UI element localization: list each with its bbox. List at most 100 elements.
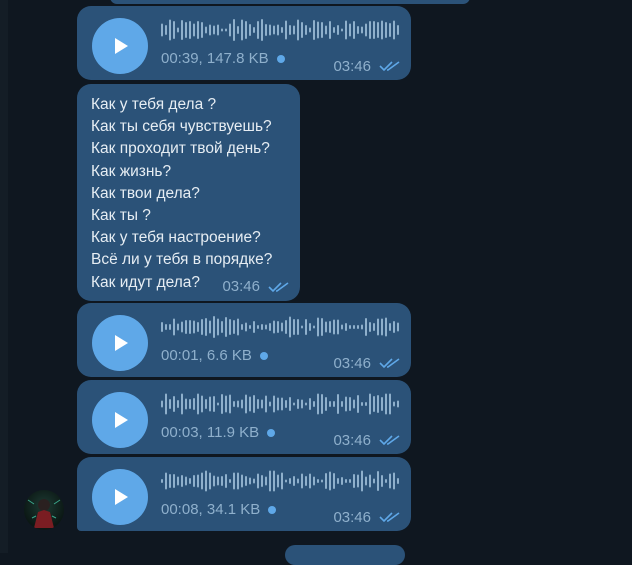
waveform-bar (245, 21, 247, 39)
waveform-bar (221, 394, 223, 414)
waveform-bar (249, 477, 251, 485)
unplayed-dot (267, 428, 276, 437)
waveform-bar (161, 322, 163, 332)
waveform-bar (197, 322, 199, 332)
duration-size: 00:03, 11.9 KB (161, 424, 260, 441)
waveform-bar (233, 472, 235, 490)
waveform-bar (213, 25, 215, 35)
waveform-bar (353, 325, 355, 329)
waveform-bar (369, 322, 371, 332)
play-button[interactable] (92, 18, 148, 74)
waveform[interactable] (161, 316, 401, 338)
double-check-icon (379, 61, 400, 72)
waveform-bar (373, 21, 375, 39)
message-line: Как проходит твой день? (91, 140, 270, 158)
voice-message: 00:01, 6.6 KB 03:46 (77, 303, 411, 377)
play-icon (115, 335, 128, 351)
waveform-bar (333, 401, 335, 407)
play-button[interactable] (92, 315, 148, 371)
waveform-bar (385, 22, 387, 38)
message-time: 03:46 (333, 432, 371, 449)
waveform-bar (205, 318, 207, 336)
waveform-bar (181, 475, 183, 487)
waveform-bar (277, 24, 279, 36)
waveform-bar (293, 476, 295, 486)
waveform-bar (373, 396, 375, 412)
waveform-bar (293, 25, 295, 35)
waveform[interactable] (161, 19, 401, 41)
waveform-bar (297, 399, 299, 409)
waveform-bar (273, 470, 275, 492)
waveform-bar (277, 321, 279, 333)
waveform-bar (285, 20, 287, 40)
waveform-bar (169, 324, 171, 330)
waveform-bar (165, 472, 167, 490)
play-button[interactable] (92, 392, 148, 448)
play-button[interactable] (92, 469, 148, 525)
duration-size: 00:01, 6.6 KB (161, 347, 252, 364)
waveform-bar (201, 319, 203, 335)
message-time: 03:46 (222, 278, 260, 295)
waveform-bar (317, 21, 319, 39)
waveform-bar (309, 27, 311, 33)
waveform-bar (253, 478, 255, 484)
unplayed-dot (276, 54, 285, 63)
waveform-bar (301, 22, 303, 38)
waveform-bar (381, 397, 383, 411)
waveform-bar (169, 399, 171, 409)
waveform-bar (185, 22, 187, 38)
waveform-bar (301, 473, 303, 489)
waveform-bar (325, 473, 327, 489)
waveform-bar (329, 471, 331, 491)
waveform-bar (393, 321, 395, 333)
waveform-bar (253, 27, 255, 33)
waveform-bar (193, 475, 195, 487)
waveform-bar (245, 394, 247, 414)
waveform-bar (217, 402, 219, 406)
waveform-bar (269, 470, 271, 492)
waveform[interactable] (161, 393, 401, 415)
waveform-bar (233, 19, 235, 41)
waveform-bar (165, 393, 167, 415)
waveform-bar (249, 396, 251, 412)
waveform-bar (373, 478, 375, 484)
waveform-bar (377, 471, 379, 491)
waveform-bar (349, 479, 351, 483)
waveform-bar (177, 400, 179, 408)
waveform[interactable] (161, 470, 401, 492)
waveform-bar (285, 320, 287, 334)
message-line: Как твои дела? (91, 184, 200, 202)
waveform-bar (237, 26, 239, 34)
waveform-bar (313, 401, 315, 407)
waveform-bar (377, 395, 379, 413)
waveform-bar (245, 322, 247, 332)
duration-size: 00:39, 147.8 KB (161, 50, 269, 67)
waveform-bar (217, 24, 219, 36)
waveform-bar (365, 318, 367, 336)
waveform-bar (289, 397, 291, 411)
message-time: 03:46 (333, 509, 371, 526)
waveform-bar (265, 395, 267, 413)
waveform-bar (185, 320, 187, 334)
waveform-bar (341, 324, 343, 330)
message-line: Как жизнь? (91, 162, 172, 180)
waveform-bar (269, 401, 271, 407)
voice-meta: 00:39, 147.8 KB (161, 50, 285, 67)
waveform-bar (317, 317, 319, 337)
waveform-bar (253, 321, 255, 333)
waveform-bar (397, 322, 399, 332)
waveform-bar (353, 21, 355, 39)
waveform-bar (197, 393, 199, 415)
waveform-bar (209, 396, 211, 412)
waveform-bar (305, 25, 307, 35)
waveform-bar (229, 319, 231, 335)
avatar[interactable] (24, 490, 64, 530)
message-line: Как у тебя настроение? (91, 229, 261, 247)
waveform-bar (325, 321, 327, 333)
voice-meta: 00:01, 6.6 KB (161, 347, 268, 364)
waveform-bar (361, 26, 363, 34)
unplayed-dot (259, 351, 268, 360)
waveform-bar (381, 475, 383, 487)
waveform-bar (325, 397, 327, 411)
waveform-bar (385, 317, 387, 337)
